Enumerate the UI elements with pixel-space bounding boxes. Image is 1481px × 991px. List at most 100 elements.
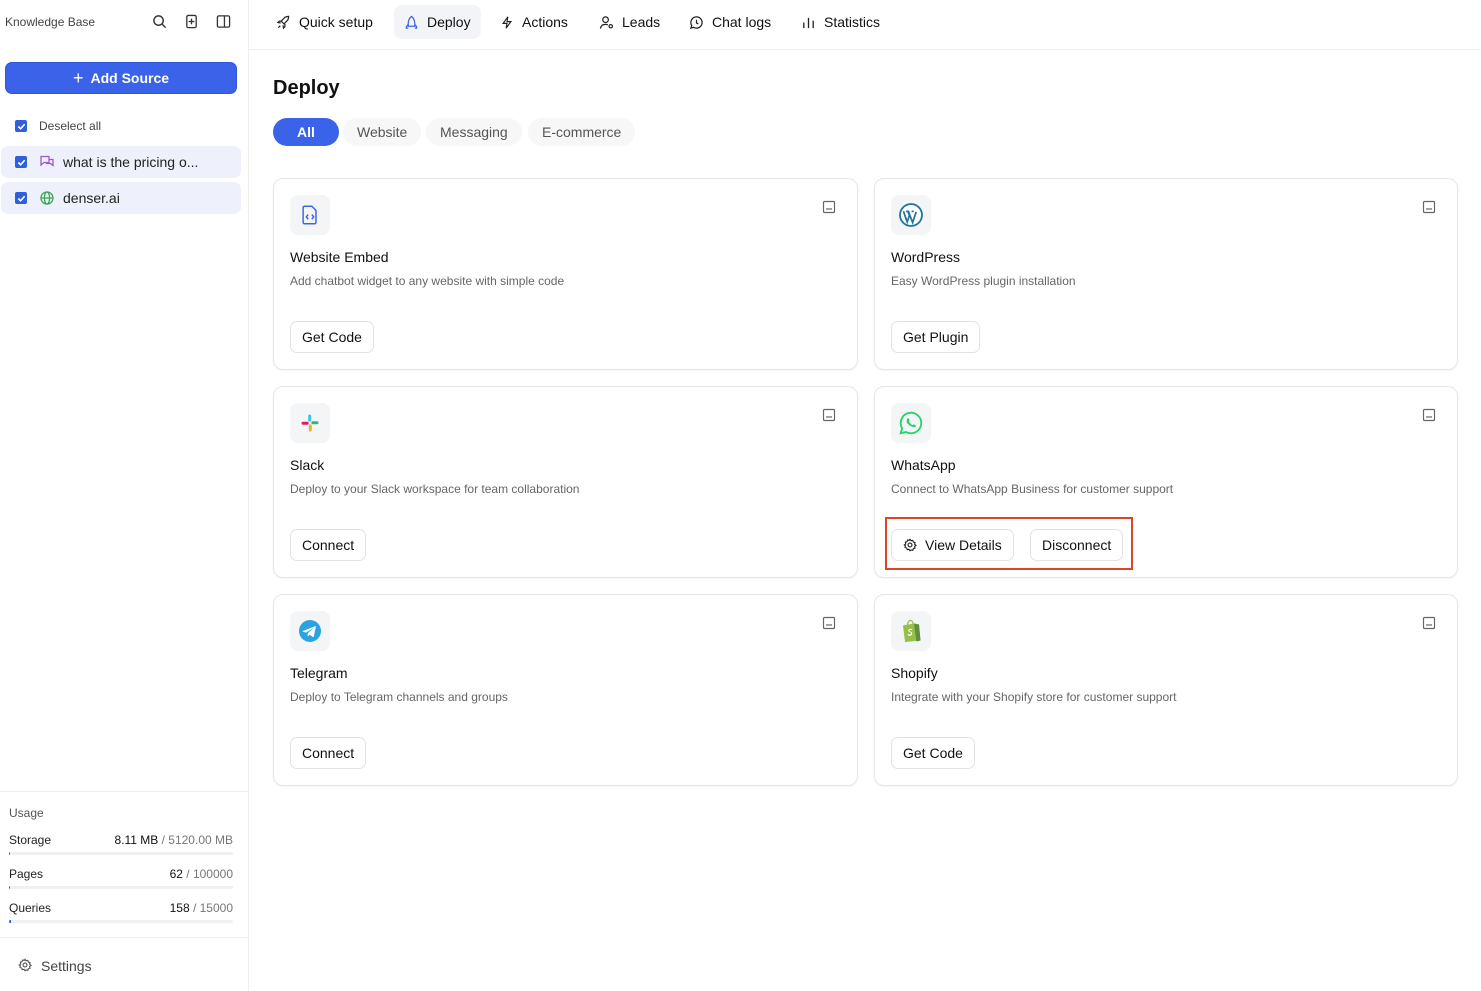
usage-storage: Storage 8.11 MB / 5120.00 MB bbox=[9, 833, 233, 859]
telegram-icon bbox=[290, 611, 330, 651]
settings-label: Settings bbox=[41, 958, 92, 974]
sidebar-title: Knowledge Base bbox=[5, 15, 96, 29]
deselect-all-checkbox[interactable] bbox=[15, 120, 27, 132]
docs-icon[interactable] bbox=[822, 408, 836, 422]
source-checkbox[interactable] bbox=[15, 192, 27, 204]
gear-icon bbox=[903, 538, 917, 552]
source-checkbox[interactable] bbox=[15, 156, 27, 168]
deselect-all-row[interactable]: Deselect all bbox=[15, 118, 215, 134]
plus-icon: + bbox=[72, 68, 84, 88]
card-description: Integrate with your Shopify store for cu… bbox=[891, 690, 1177, 704]
settings-button[interactable]: Settings bbox=[0, 937, 248, 991]
source-item-pricing[interactable]: what is the pricing o... bbox=[1, 146, 241, 178]
add-source-button[interactable]: + Add Source bbox=[5, 62, 237, 94]
usage-panel: Usage Storage 8.11 MB / 5120.00 MB Pages… bbox=[0, 791, 248, 937]
docs-icon[interactable] bbox=[822, 616, 836, 630]
user-icon bbox=[599, 15, 614, 29]
usage-value: 158 / 15000 bbox=[169, 901, 233, 915]
get-code-shopify-button[interactable]: Get Code bbox=[891, 737, 975, 769]
sidebar-toggle-icon[interactable] bbox=[214, 12, 232, 30]
nav-label: Leads bbox=[622, 14, 661, 30]
nav-leads[interactable]: Leads bbox=[589, 5, 670, 39]
source-label: what is the pricing o... bbox=[63, 154, 199, 170]
card-description: Add chatbot widget to any website with s… bbox=[290, 274, 565, 288]
nav-label: Deploy bbox=[427, 14, 471, 30]
add-source-label: Add Source bbox=[90, 70, 170, 86]
get-code-button[interactable]: Get Code bbox=[290, 321, 374, 353]
usage-queries: Queries 158 / 15000 bbox=[9, 901, 233, 927]
usage-bar bbox=[9, 920, 233, 923]
filter-tab-website[interactable]: Website bbox=[343, 118, 422, 146]
usage-label: Storage bbox=[9, 833, 52, 847]
add-file-icon[interactable] bbox=[182, 12, 200, 30]
card-description: Deploy to your Slack workspace for team … bbox=[290, 482, 580, 496]
rocket-icon bbox=[276, 15, 290, 29]
filter-tab-messaging[interactable]: Messaging bbox=[426, 118, 522, 146]
nav-deploy[interactable]: Deploy bbox=[394, 5, 481, 39]
page-title: Deploy bbox=[273, 77, 340, 99]
nav-statistics[interactable]: Statistics bbox=[791, 5, 890, 39]
docs-icon[interactable] bbox=[822, 200, 836, 214]
deploy-icon bbox=[405, 15, 418, 29]
globe-icon bbox=[39, 190, 55, 206]
connect-slack-button[interactable]: Connect bbox=[290, 529, 367, 561]
docs-icon[interactable] bbox=[1422, 200, 1436, 214]
chat-bubble-icon bbox=[689, 15, 703, 29]
card-slack: Slack Deploy to your Slack workspace for… bbox=[273, 386, 858, 578]
usage-bar bbox=[9, 886, 233, 889]
chat-icon bbox=[39, 154, 55, 170]
whatsapp-icon bbox=[891, 403, 931, 443]
sidebar-header: Knowledge Base bbox=[0, 0, 248, 44]
card-title: Website Embed bbox=[290, 249, 389, 265]
usage-pages: Pages 62 / 100000 bbox=[9, 867, 233, 893]
get-plugin-button[interactable]: Get Plugin bbox=[891, 321, 981, 353]
search-icon[interactable] bbox=[150, 12, 168, 30]
card-title: Slack bbox=[290, 457, 325, 473]
card-telegram: Telegram Deploy to Telegram channels and… bbox=[273, 594, 858, 786]
source-label: denser.ai bbox=[63, 190, 120, 206]
card-description: Deploy to Telegram channels and groups bbox=[290, 690, 508, 704]
view-details-label: View Details bbox=[925, 537, 1002, 553]
wordpress-icon bbox=[891, 195, 931, 235]
usage-title: Usage bbox=[9, 806, 44, 820]
usage-value: 62 / 100000 bbox=[169, 867, 233, 881]
nav-chat-logs[interactable]: Chat logs bbox=[679, 5, 781, 39]
card-website-embed: Website Embed Add chatbot widget to any … bbox=[273, 178, 858, 370]
slack-icon bbox=[290, 403, 330, 443]
code-file-icon bbox=[290, 195, 330, 235]
view-details-button[interactable]: View Details bbox=[891, 529, 1014, 561]
filter-tab-all[interactable]: All bbox=[273, 118, 339, 146]
card-title: Shopify bbox=[891, 665, 938, 681]
source-item-denser[interactable]: denser.ai bbox=[1, 182, 241, 214]
docs-icon[interactable] bbox=[1422, 616, 1436, 630]
nav-label: Statistics bbox=[824, 14, 881, 30]
bolt-icon bbox=[501, 15, 513, 29]
card-title: WordPress bbox=[891, 249, 960, 265]
card-title: WhatsApp bbox=[891, 457, 956, 473]
gear-icon bbox=[18, 958, 32, 972]
card-shopify: Shopify Integrate with your Shopify stor… bbox=[874, 594, 1458, 786]
filter-tab-ecommerce[interactable]: E-commerce bbox=[528, 118, 636, 146]
card-description: Easy WordPress plugin installation bbox=[891, 274, 1076, 288]
card-title: Telegram bbox=[290, 665, 348, 681]
nav-actions[interactable]: Actions bbox=[490, 5, 578, 39]
disconnect-button[interactable]: Disconnect bbox=[1030, 529, 1124, 561]
connect-telegram-button[interactable]: Connect bbox=[290, 737, 367, 769]
card-whatsapp: WhatsApp Connect to WhatsApp Business fo… bbox=[874, 386, 1458, 578]
usage-bar bbox=[9, 852, 233, 855]
bar-chart-icon bbox=[803, 17, 814, 28]
nav-label: Chat logs bbox=[712, 14, 772, 30]
usage-label: Pages bbox=[9, 867, 44, 881]
top-nav: Quick setup Deploy Actions Leads Chat lo… bbox=[249, 0, 1481, 50]
usage-value: 8.11 MB / 5120.00 MB bbox=[114, 833, 233, 847]
nav-label: Quick setup bbox=[299, 14, 373, 30]
deselect-all-label: Deselect all bbox=[39, 119, 102, 133]
card-wordpress: WordPress Easy WordPress plugin installa… bbox=[874, 178, 1458, 370]
docs-icon[interactable] bbox=[1422, 408, 1436, 422]
card-description: Connect to WhatsApp Business for custome… bbox=[891, 482, 1174, 496]
nav-label: Actions bbox=[522, 14, 568, 30]
usage-label: Queries bbox=[9, 901, 52, 915]
shopify-icon bbox=[891, 611, 931, 651]
nav-quick-setup[interactable]: Quick setup bbox=[266, 5, 383, 39]
sidebar: Knowledge Base + Add Source Deselect all… bbox=[0, 0, 249, 991]
